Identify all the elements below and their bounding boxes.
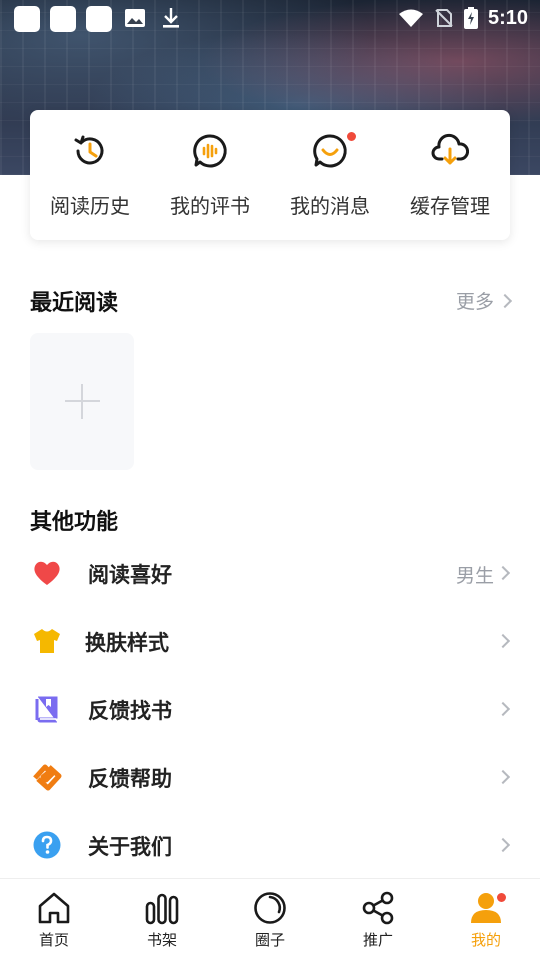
battery-charging-icon	[463, 7, 478, 29]
quick-label: 我的评书	[170, 194, 250, 218]
bookshelf-icon	[145, 893, 179, 925]
nav-label: 书架	[146, 931, 177, 949]
chevron-right-icon	[495, 701, 511, 717]
row-value: 男生	[455, 565, 494, 587]
chevron-right-icon	[495, 633, 511, 649]
question-icon	[33, 831, 61, 859]
no-sim-icon	[435, 9, 453, 27]
cloud-download-icon	[431, 133, 469, 165]
nav-label: 推广	[362, 931, 393, 949]
quick-label: 阅读历史	[50, 194, 130, 218]
mine-badge	[496, 892, 507, 903]
row-label: 阅读喜好	[88, 563, 172, 587]
reading-preference-row[interactable]: 阅读喜好 男生	[0, 539, 540, 607]
notification-icon	[50, 6, 76, 32]
quick-actions-card: 阅读历史 我的评书 我的消息 缓存管理	[30, 110, 510, 240]
feedback-find-book-row[interactable]: 反馈找书	[0, 675, 540, 743]
skin-style-row[interactable]: 换肤样式	[0, 607, 540, 675]
heart-icon	[34, 561, 60, 585]
message-icon	[313, 134, 347, 168]
quick-my-reviews[interactable]: 我的评书	[150, 110, 270, 240]
history-icon	[74, 135, 104, 165]
nav-mine[interactable]: 我的	[432, 879, 540, 960]
chevron-right-icon	[495, 565, 511, 581]
other-features-title: 其他功能	[30, 509, 119, 535]
quick-cache-management[interactable]: 缓存管理	[390, 110, 510, 240]
chevron-right-icon	[495, 769, 511, 785]
add-book-button[interactable]	[30, 333, 134, 470]
clock: 5:10	[487, 6, 528, 29]
about-us-row[interactable]: 关于我们	[0, 811, 540, 879]
audio-comment-icon	[193, 134, 227, 168]
row-label: 反馈找书	[88, 699, 172, 723]
status-bar: 5:10	[0, 0, 540, 36]
plus-icon	[81, 384, 83, 419]
tshirt-icon	[34, 629, 60, 653]
quick-my-messages[interactable]: 我的消息	[270, 110, 390, 240]
chevron-right-icon	[497, 293, 513, 308]
nav-circle[interactable]: 圈子	[216, 879, 324, 960]
book-icon	[35, 696, 58, 723]
notification-icon	[14, 6, 40, 32]
nav-bookshelf[interactable]: 书架	[108, 879, 216, 960]
circle-icon	[254, 892, 286, 924]
nav-label: 我的	[470, 931, 501, 949]
nav-label: 首页	[38, 931, 69, 949]
quick-label: 我的消息	[290, 194, 370, 218]
home-icon	[38, 892, 70, 924]
quick-reading-history[interactable]: 阅读历史	[30, 110, 150, 240]
bottom-navigation: 首页 书架 圈子 推广 我的	[0, 878, 540, 960]
download-icon	[163, 8, 179, 28]
feedback-help-row[interactable]: 反馈帮助	[0, 743, 540, 811]
share-icon	[362, 891, 394, 925]
nav-home[interactable]: 首页	[0, 879, 108, 960]
more-label: 更多	[455, 291, 494, 313]
recent-more-link[interactable]: 更多	[455, 287, 513, 314]
notification-icon	[86, 6, 112, 32]
quick-label: 缓存管理	[410, 194, 490, 218]
help-hand-icon	[33, 764, 62, 791]
nav-label: 圈子	[254, 931, 285, 949]
wifi-icon	[398, 9, 423, 27]
row-label: 反馈帮助	[88, 767, 172, 791]
nav-promote[interactable]: 推广	[324, 879, 432, 960]
row-label: 换肤样式	[85, 631, 169, 655]
recent-reading-title: 最近阅读	[30, 290, 119, 316]
image-icon	[125, 9, 145, 27]
row-label: 关于我们	[88, 835, 172, 859]
unread-badge	[346, 131, 357, 142]
chevron-right-icon	[495, 837, 511, 853]
